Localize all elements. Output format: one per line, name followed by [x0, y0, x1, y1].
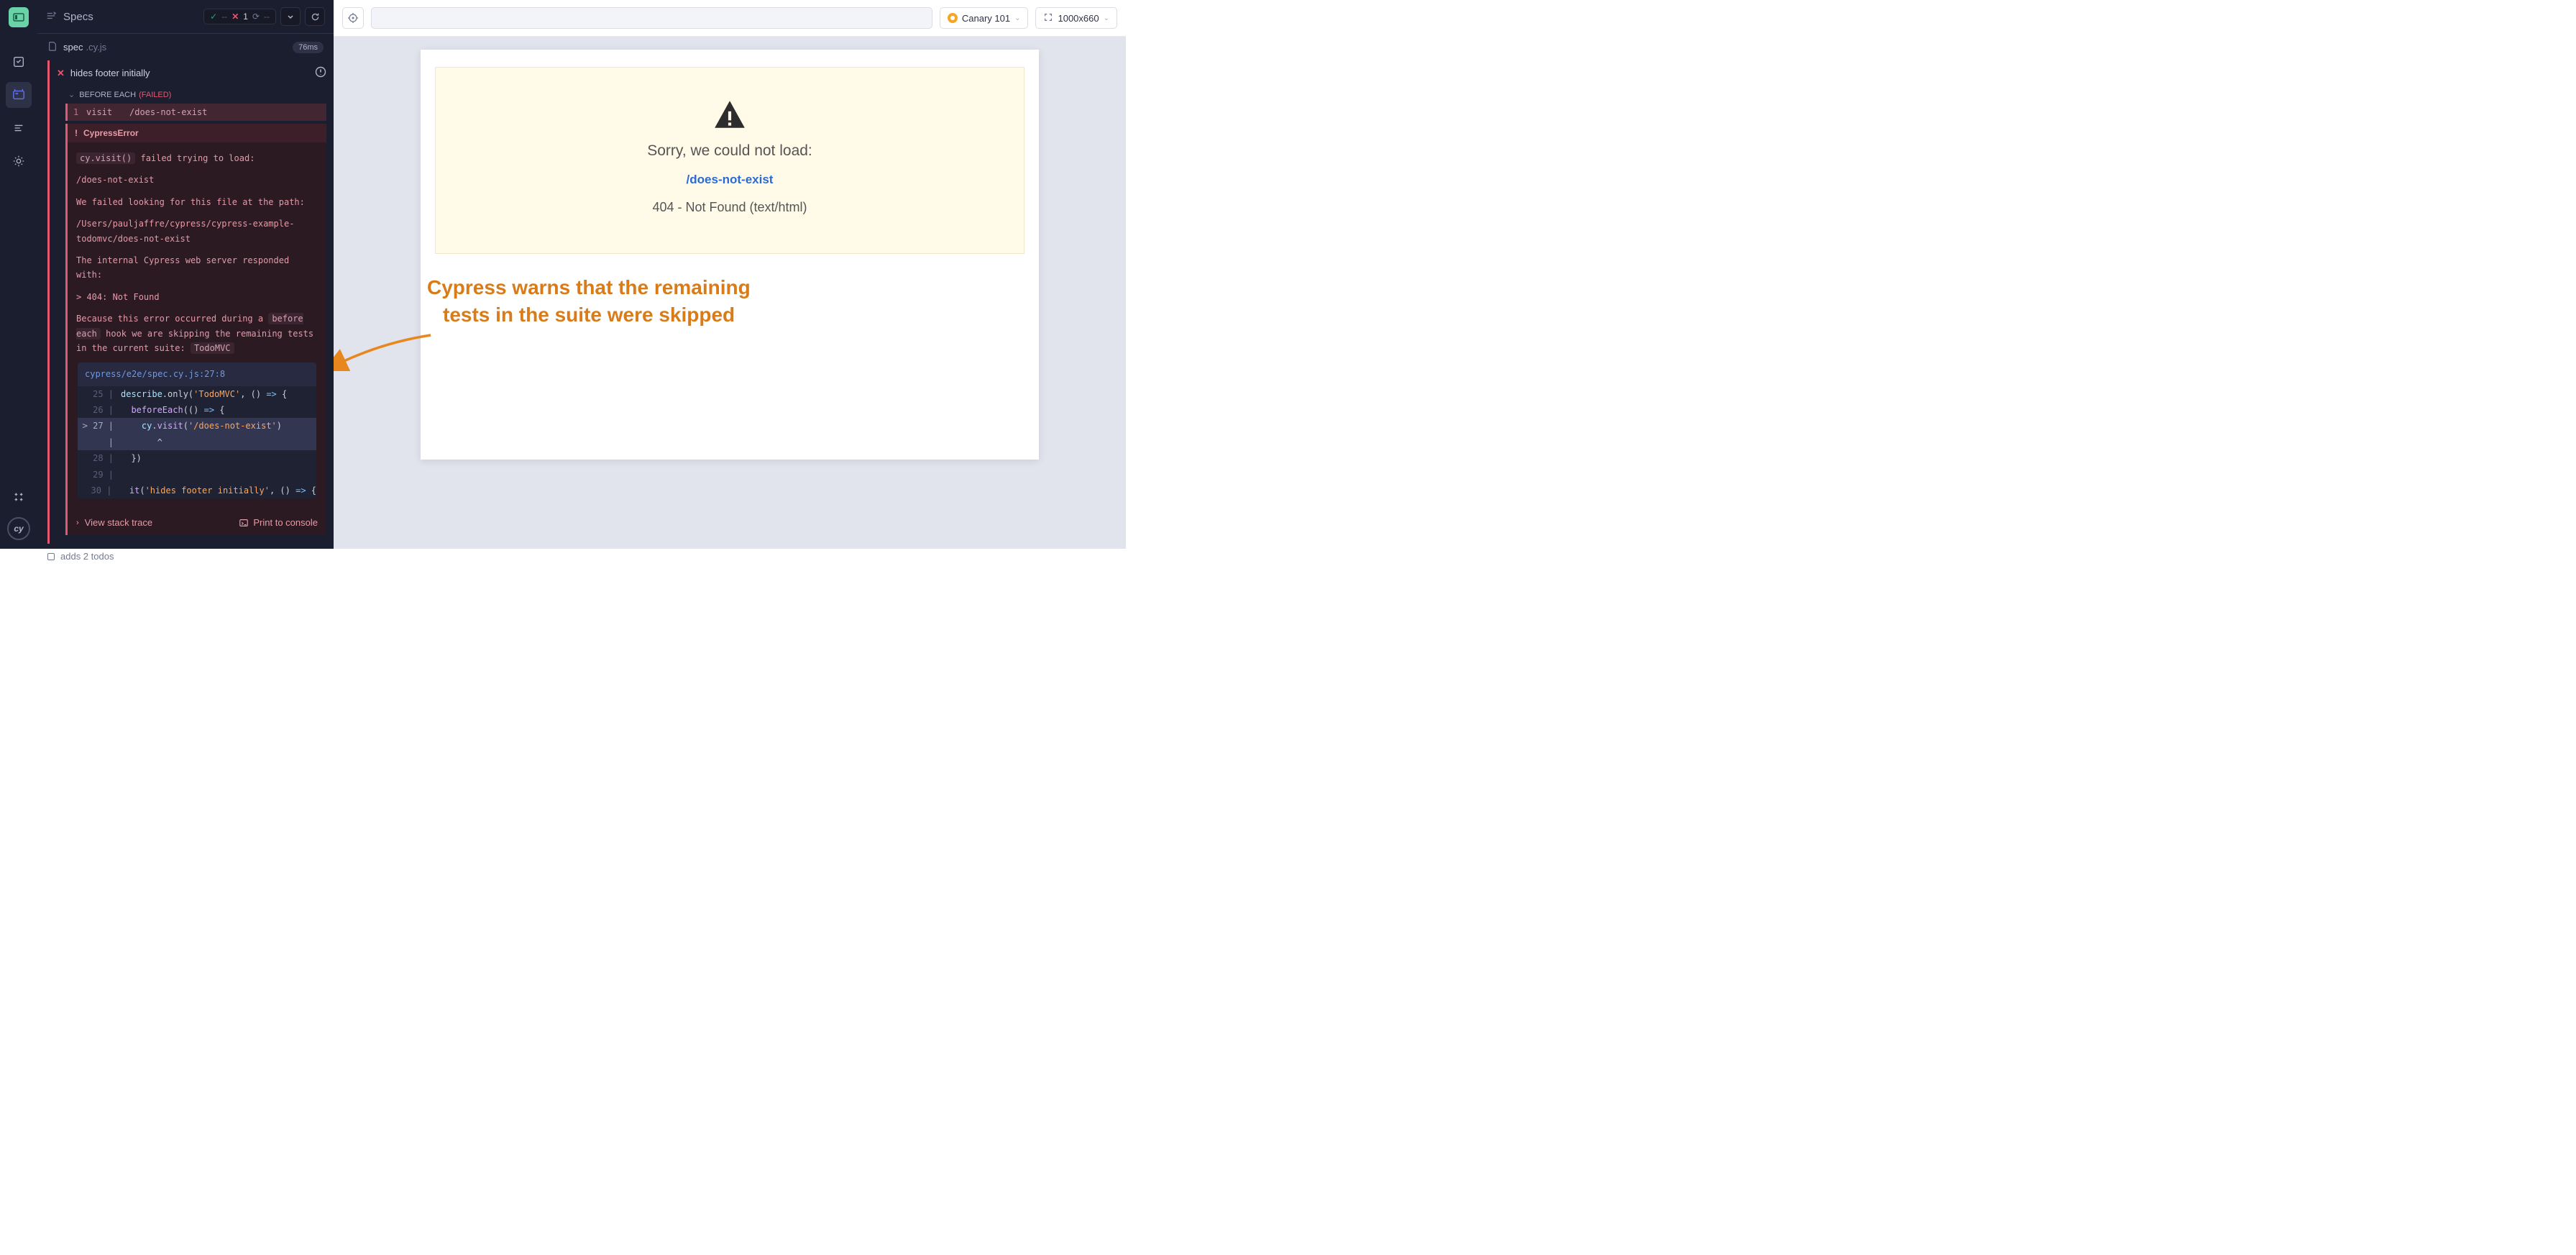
nav-debug-icon[interactable] [6, 115, 32, 141]
code-line: 28 | }) [78, 450, 316, 466]
warning-icon [712, 96, 748, 132]
load-error-page: Sorry, we could not load: /does-not-exis… [435, 67, 1025, 254]
chevron-down-icon: ⌄ [1014, 14, 1020, 22]
test-block: ✕ hides footer initially ⌄ BEFORE EACH (… [47, 60, 334, 544]
arrow-icon [334, 328, 434, 375]
app-logo[interactable] [9, 7, 29, 27]
code-line: 29 | [78, 467, 316, 483]
code-line: 30 | it('hides footer initially', () => … [78, 483, 316, 498]
code-line: | ^ [78, 434, 316, 450]
test-title-row[interactable]: ✕ hides footer initially [50, 60, 334, 86]
viewport-selector[interactable]: 1000x660 ⌄ [1035, 7, 1117, 29]
fail-x-icon: ✕ [57, 68, 65, 79]
reporter-header: Specs ✓ -- ✕ 1 ⟳ -- [37, 0, 334, 34]
nav-specs-icon[interactable] [6, 49, 32, 75]
fail-count: 1 [243, 12, 248, 22]
rerun-button[interactable] [305, 7, 325, 26]
keyboard-icon[interactable] [6, 484, 32, 510]
code-line: 26 | beforeEach(() => { [78, 402, 316, 418]
cypress-logo[interactable]: cy [7, 517, 30, 540]
error-body: cy.visit() failed trying to load: /does-… [65, 142, 326, 510]
stop-icon [47, 553, 55, 560]
aut-viewport: Sorry, we could not load: /does-not-exis… [334, 37, 1126, 549]
chevron-right-icon: › [76, 519, 79, 527]
aut-toolbar: Canary 101 ⌄ 1000x660 ⌄ [334, 0, 1126, 37]
expand-icon [1043, 12, 1053, 24]
warn-icon[interactable] [315, 66, 326, 80]
header-title: Specs [63, 11, 93, 23]
nav-runs-icon[interactable] [6, 82, 32, 108]
spec-ext: .cy.js [86, 42, 106, 53]
print-to-console[interactable]: Print to console [239, 517, 318, 528]
command-row[interactable]: 1 visit /does-not-exist [65, 104, 326, 121]
nav-rail: cy [0, 0, 37, 549]
code-file-link[interactable]: cypress/e2e/spec.cy.js:27:8 [78, 362, 316, 385]
aut-iframe: Sorry, we could not load: /does-not-exis… [421, 50, 1039, 460]
fail-icon: ✕ [232, 12, 239, 22]
error-header: ! CypressError [65, 124, 326, 142]
selector-playground-button[interactable] [342, 7, 364, 29]
error-footer: › View stack trace Print to console [65, 510, 326, 535]
bang-icon: ! [75, 128, 78, 138]
file-icon [47, 41, 58, 53]
error-path: /does-not-exist [687, 173, 774, 187]
chevron-down-icon: ⌄ [68, 90, 75, 99]
error-status: 404 - Not Found (text/html) [652, 200, 807, 215]
test-title: hides footer initially [70, 68, 150, 78]
hook-header[interactable]: ⌄ BEFORE EACH (FAILED) [50, 86, 334, 104]
nav-settings-icon[interactable] [6, 148, 32, 174]
pending-icon: ⟳ [252, 12, 260, 22]
url-bar[interactable] [371, 7, 932, 29]
next-button[interactable] [280, 7, 301, 26]
spec-name: spec [63, 42, 83, 53]
collapse-icon[interactable] [46, 11, 56, 23]
error-title: Sorry, we could not load: [647, 142, 812, 160]
spec-row[interactable]: spec .cy.js 76ms [37, 34, 334, 60]
view-stack-trace[interactable]: View stack trace [85, 517, 152, 528]
aut-panel: Canary 101 ⌄ 1000x660 ⌄ Sorry, we could … [334, 0, 1126, 549]
spec-duration: 76ms [293, 42, 324, 53]
skipped-test-row[interactable]: adds 2 todos [37, 544, 334, 569]
reporter-panel: Specs ✓ -- ✕ 1 ⟳ -- spec .cy.js 7 [37, 0, 334, 549]
code-frame: cypress/e2e/spec.cy.js:27:8 25 |describe… [78, 362, 316, 498]
code-line: 25 |describe.only('TodoMVC', () => { [78, 386, 316, 402]
pass-icon: ✓ [210, 12, 217, 22]
browser-selector[interactable]: Canary 101 ⌄ [940, 7, 1029, 29]
code-line: > 27 | cy.visit('/does-not-exist') [78, 418, 316, 434]
canary-icon [948, 13, 958, 23]
chevron-down-icon: ⌄ [1104, 14, 1109, 22]
run-stats: ✓ -- ✕ 1 ⟳ -- [203, 9, 276, 24]
